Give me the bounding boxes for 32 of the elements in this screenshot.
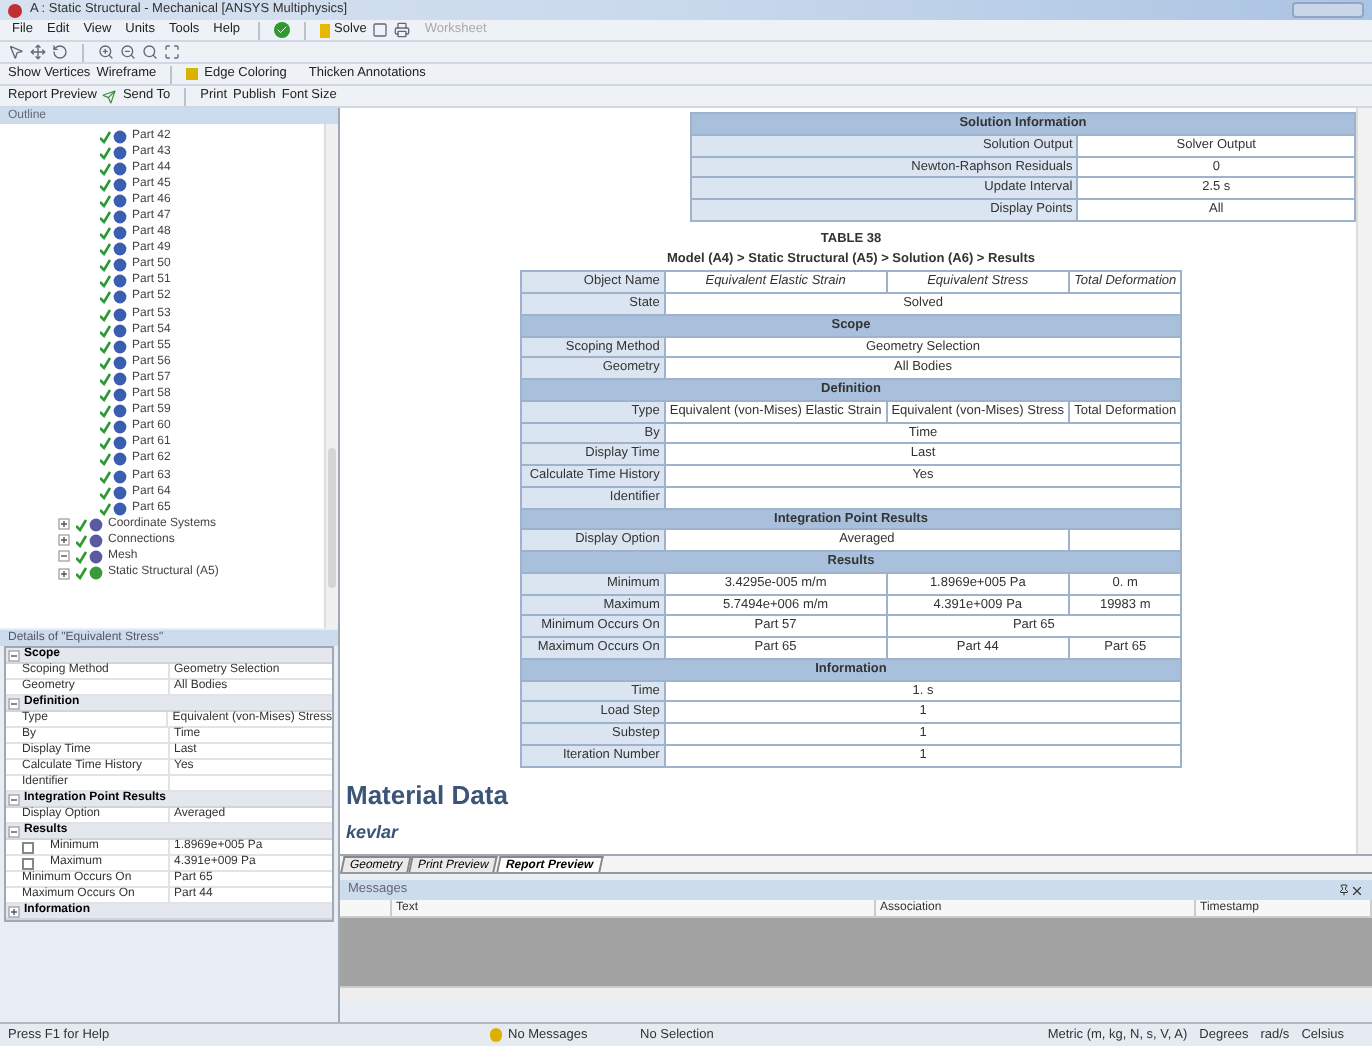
scrollbar[interactable]: [324, 124, 338, 628]
printer-icon[interactable]: [394, 22, 411, 38]
checkbox[interactable]: [22, 857, 34, 869]
collapse-icon[interactable]: [8, 825, 20, 837]
app-icon: [8, 3, 22, 17]
move-icon[interactable]: [30, 44, 46, 60]
warning-icon: [490, 1028, 502, 1042]
expand-icon[interactable]: [8, 905, 20, 917]
collapse-icon[interactable]: [8, 793, 20, 805]
edge-color-icon: [186, 68, 199, 80]
expand-icon[interactable]: [58, 534, 70, 547]
material-name: kevlar: [346, 821, 401, 843]
expand-icon[interactable]: [58, 567, 70, 580]
fit-icon[interactable]: [164, 44, 180, 60]
square-icon[interactable]: [372, 22, 389, 38]
zoom-out-icon[interactable]: [120, 44, 136, 60]
collapse-icon[interactable]: [8, 649, 20, 661]
expand-icon[interactable]: [58, 518, 70, 531]
checkbox[interactable]: [22, 841, 34, 853]
pointer-icon[interactable]: [8, 44, 24, 60]
pin-icon[interactable]: [1338, 884, 1350, 896]
send-icon: [102, 89, 117, 103]
close-icon[interactable]: [1350, 883, 1364, 897]
collapse-icon[interactable]: [8, 697, 20, 709]
collapse-icon[interactable]: [58, 550, 70, 563]
zoom-in-icon[interactable]: [98, 44, 114, 60]
check-icon[interactable]: [274, 22, 291, 38]
rotate-icon[interactable]: [52, 44, 68, 60]
section-heading: Material Data: [346, 779, 510, 809]
search-icon[interactable]: [142, 44, 158, 60]
scrollbar[interactable]: [1356, 108, 1372, 854]
scrollbar[interactable]: [340, 986, 1372, 1002]
